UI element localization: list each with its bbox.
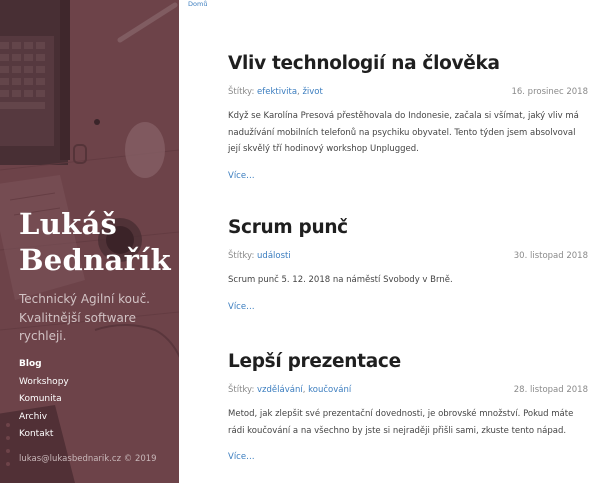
post-title[interactable]: Scrum punč	[228, 215, 588, 241]
read-more-link[interactable]: Více…	[228, 171, 255, 181]
post-meta: Štítky: efektivita, život 16. prosinec 2…	[228, 87, 588, 97]
post-meta: Štítky: události 30. listopad 2018	[228, 249, 588, 263]
post-date: 28. listopad 2018	[513, 385, 588, 395]
post-date: 30. listopad 2018	[513, 251, 588, 261]
tags-label: Štítky:	[228, 251, 255, 261]
post-item: Scrum punč Štítky: události 30. listopad…	[228, 215, 588, 313]
post-title[interactable]: Lepší prezentace	[228, 349, 588, 375]
tags-label: Štítky:	[228, 385, 255, 395]
read-more-link[interactable]: Více…	[228, 302, 255, 312]
post-excerpt: Scrum punč 5. 12. 2018 na náměstí Svobod…	[228, 275, 453, 285]
site-name[interactable]: Lukáš Bednařík	[19, 206, 171, 278]
tag-link[interactable]: život	[302, 87, 322, 97]
sidebar: Lukáš Bednařík Technický Agilní kouč. Kv…	[0, 0, 179, 483]
nav-item-workshopy[interactable]: Workshopy	[19, 374, 69, 392]
post-item: Vliv technologií na člověka Štítky: efek…	[228, 51, 588, 182]
nav-item-kontakt[interactable]: Kontakt	[19, 426, 69, 444]
sidebar-footer: lukas@lukasbednarik.cz © 2019	[19, 454, 157, 464]
tag-link[interactable]: efektivita	[257, 87, 297, 97]
tag-link[interactable]: vzdělávání	[257, 385, 303, 395]
post-excerpt: Když se Karolína Presová přestěhovala do…	[228, 111, 579, 154]
post-excerpt: Metod, jak zlepšit své prezentační doved…	[228, 409, 574, 436]
nav-item-archiv[interactable]: Archiv	[19, 409, 69, 427]
post-title[interactable]: Vliv technologií na člověka	[228, 51, 588, 77]
sidebar-nav: Blog Workshopy Komunita Archiv Kontakt	[19, 356, 69, 444]
tag-link[interactable]: koučování	[308, 385, 351, 395]
read-more-link[interactable]: Více…	[228, 452, 255, 462]
nav-item-blog[interactable]: Blog	[19, 356, 69, 374]
tags-label: Štítky:	[228, 87, 255, 97]
post-date: 16. prosinec 2018	[511, 87, 588, 97]
site-tagline: Technický Agilní kouč. Kvalitnější softw…	[19, 292, 150, 343]
tag-link[interactable]: události	[257, 251, 291, 261]
site-name-line1: Lukáš	[19, 207, 118, 241]
breadcrumb-home-link[interactable]: Domů	[188, 0, 207, 8]
site-name-line2: Bednařík	[19, 243, 171, 277]
post-item: Lepší prezentace Štítky: vzdělávání, kou…	[228, 349, 588, 463]
nav-item-komunita[interactable]: Komunita	[19, 391, 69, 409]
post-meta: Štítky: vzdělávání, koučování 28. listop…	[228, 385, 588, 395]
